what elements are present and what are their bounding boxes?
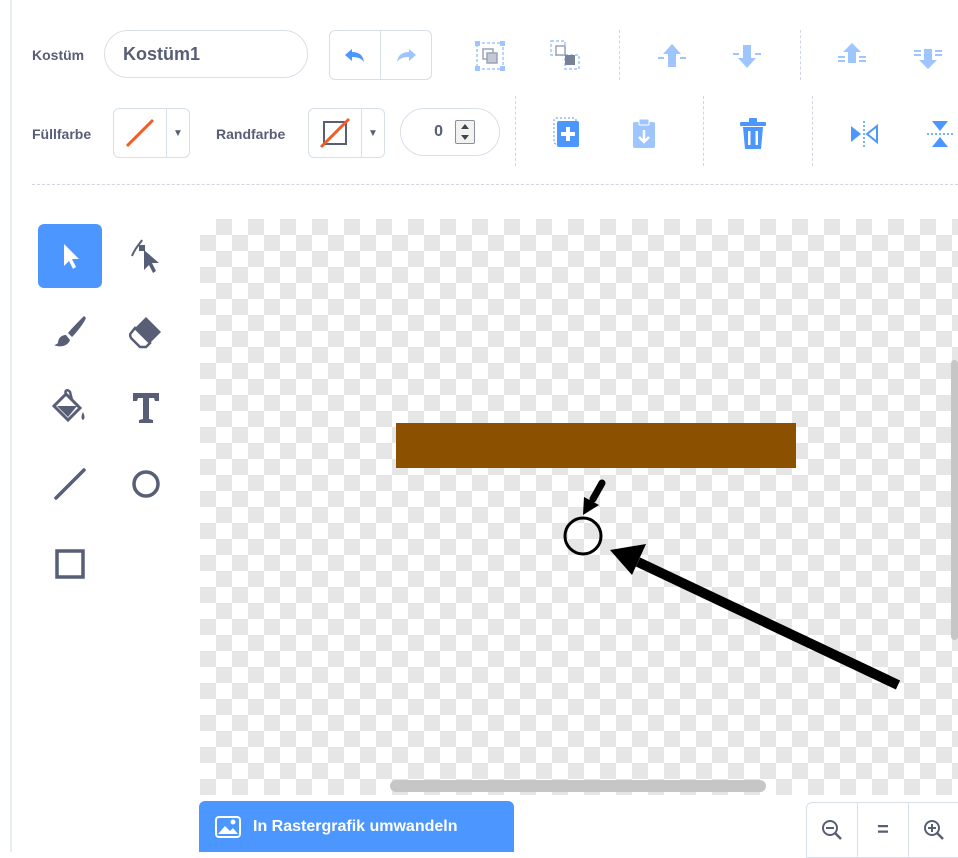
horizontal-scrollbar[interactable] <box>390 780 766 792</box>
front-icon <box>838 43 866 63</box>
line-icon <box>54 468 86 500</box>
paste-button[interactable] <box>622 112 666 156</box>
spinner-icon[interactable] <box>455 120 475 144</box>
undo-icon <box>345 49 364 62</box>
dropdown-arrow-icon[interactable]: ▼ <box>361 109 384 157</box>
outline-color-label: Randfarbe <box>216 126 286 142</box>
delete-button[interactable] <box>731 112 775 156</box>
zoom-reset-button[interactable]: = <box>857 803 908 857</box>
redo-icon <box>397 49 416 62</box>
flip-vertical-button[interactable] <box>918 112 958 156</box>
eraser-tool[interactable] <box>114 300 178 364</box>
redo-button[interactable] <box>380 31 431 79</box>
ungroup-icon <box>550 40 580 70</box>
select-tool[interactable] <box>38 224 102 288</box>
costume-center-marker <box>563 516 603 556</box>
text-tool[interactable] <box>114 376 178 440</box>
paint-bucket-icon <box>51 389 85 423</box>
fill-tool[interactable] <box>38 376 102 440</box>
eraser-icon <box>129 317 161 349</box>
paint-canvas[interactable] <box>200 219 958 795</box>
flip-vertical-icon <box>927 121 953 147</box>
costume-label: Kostüm <box>32 47 85 63</box>
flip-horizontal-icon <box>851 121 878 147</box>
divider <box>619 30 620 80</box>
outline-color-picker[interactable]: ▼ <box>308 108 385 158</box>
rectangle-tool[interactable] <box>38 532 102 596</box>
vertical-scrollbar[interactable] <box>951 360 958 640</box>
trash-icon <box>740 118 766 149</box>
fill-swatch[interactable] <box>114 109 166 157</box>
outline-width-input[interactable]: 0 <box>400 108 500 156</box>
arrow-cursor-icon <box>64 244 79 269</box>
small-arrow-annotation <box>583 479 606 515</box>
forward-icon <box>658 44 686 67</box>
copy-button[interactable] <box>546 112 590 156</box>
outline-swatch[interactable] <box>309 109 361 157</box>
back-icon <box>914 49 942 69</box>
brush-tool[interactable] <box>38 300 102 364</box>
left-divider <box>10 0 12 852</box>
no-color-icon <box>125 118 155 148</box>
paste-icon <box>633 118 655 148</box>
flip-horizontal-button[interactable] <box>842 112 886 156</box>
backward-icon <box>733 45 761 68</box>
circle-tool[interactable] <box>114 452 178 516</box>
brush-icon <box>54 316 86 347</box>
large-arrow-annotation <box>610 544 901 690</box>
zoom-in-icon <box>924 820 944 840</box>
back-button[interactable] <box>906 34 950 78</box>
convert-to-bitmap-label: In Rastergrafik umwandeln <box>253 817 458 835</box>
circle-icon <box>132 470 160 498</box>
rectangle-icon <box>55 549 85 579</box>
front-button[interactable] <box>830 34 874 78</box>
undo-redo-group <box>329 30 432 80</box>
ungroup-button[interactable] <box>544 34 588 78</box>
toolbar-divider <box>32 184 958 185</box>
undo-button[interactable] <box>330 31 380 79</box>
forward-button[interactable] <box>650 34 694 78</box>
no-outline-icon <box>319 117 351 149</box>
canvas-drawing <box>396 423 901 690</box>
divider <box>703 96 704 166</box>
fill-color-picker[interactable]: ▼ <box>113 108 190 158</box>
convert-to-bitmap-button[interactable]: In Rastergrafik umwandeln <box>199 801 514 852</box>
backward-button[interactable] <box>725 34 769 78</box>
reshape-icon <box>131 239 159 273</box>
reshape-tool[interactable] <box>114 224 178 288</box>
copy-icon <box>553 117 579 147</box>
brown-rectangle[interactable] <box>396 423 796 468</box>
costume-name-input[interactable] <box>104 30 308 78</box>
group-icon <box>475 41 505 71</box>
line-tool[interactable] <box>38 452 102 516</box>
divider <box>515 96 516 166</box>
zoom-out-icon <box>822 820 842 840</box>
zoom-out-button[interactable] <box>807 803 857 857</box>
zoom-in-button[interactable] <box>908 803 958 857</box>
divider <box>800 30 801 80</box>
divider <box>812 96 813 166</box>
dropdown-arrow-icon[interactable]: ▼ <box>166 109 189 157</box>
zoom-controls: = <box>806 802 958 858</box>
fill-color-label: Füllfarbe <box>32 126 92 142</box>
image-icon <box>215 815 241 838</box>
outline-width-value: 0 <box>434 123 443 140</box>
group-button[interactable] <box>468 34 512 78</box>
text-icon <box>133 393 159 423</box>
